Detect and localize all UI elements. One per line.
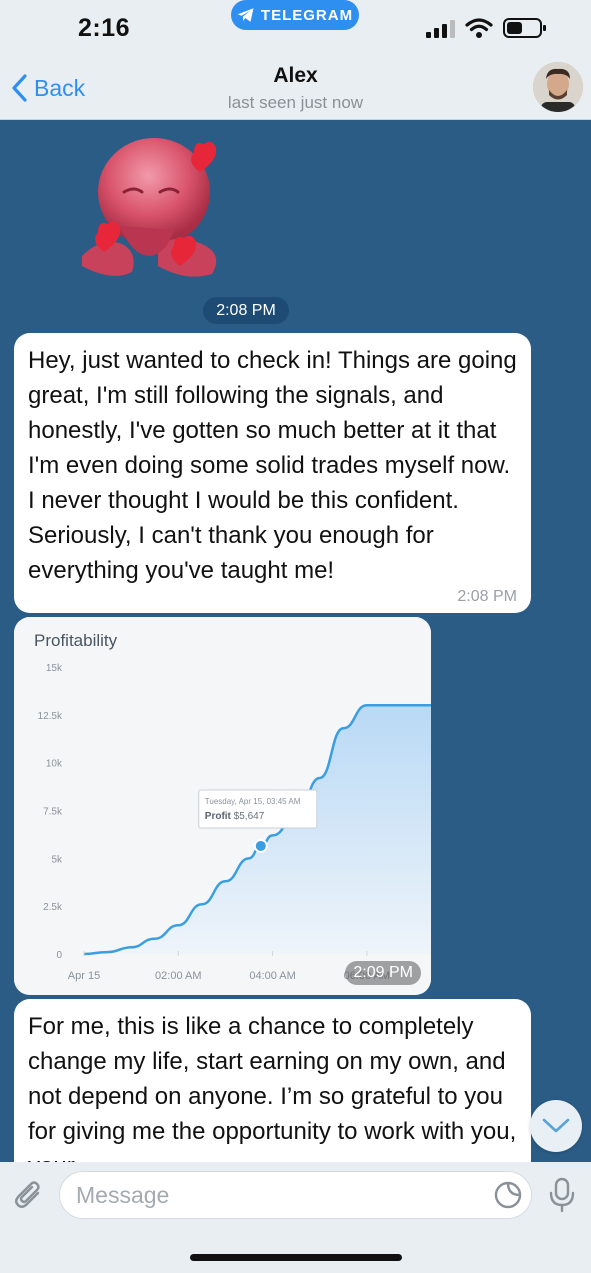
x-tick-label: 02:00 AM	[155, 970, 201, 982]
message-time: 2:08 PM	[457, 588, 517, 605]
image-message-time: 2:09 PM	[345, 961, 421, 985]
y-tick-label: 10k	[46, 759, 63, 770]
avatar[interactable]	[533, 62, 583, 112]
y-tick-label: 0	[56, 950, 62, 961]
message-text: Hey, just wanted to check in! Things are…	[28, 347, 517, 584]
date-pill: 2:08 PM	[203, 297, 289, 324]
status-time: 2:16	[78, 14, 131, 42]
status-bar: 2:16 TELEGRAM	[0, 0, 591, 56]
paperclip-icon[interactable]	[12, 1178, 46, 1212]
sticker-icon[interactable]	[493, 1180, 523, 1210]
telegram-pill-label: TELEGRAM	[260, 6, 354, 24]
y-tick-label: 15k	[46, 663, 63, 674]
wifi-icon	[465, 18, 493, 38]
y-tick-label: 12.5k	[38, 711, 63, 722]
message-text: For me, this is like a chance to complet…	[28, 1013, 517, 1162]
telegram-icon	[237, 8, 254, 22]
y-tick-label: 7.5k	[43, 807, 63, 818]
scroll-down-button[interactable]	[530, 1100, 582, 1152]
input-bar	[0, 1162, 591, 1273]
contact-status: last seen just now	[227, 93, 364, 112]
chart-svg: Profitability 0 2.5k 5k 7.5k 10k 12.5k 15k Apr 1…	[14, 617, 431, 995]
x-tick-label: 04:00 AM	[249, 970, 295, 982]
tooltip-point	[253, 838, 268, 853]
profitability-chart: Profitability 0 2.5k 5k 7.5k 10k 12.5k 15k Apr 1…	[14, 617, 431, 995]
x-tick-label: Apr 15	[68, 970, 100, 982]
avatar-image	[533, 62, 583, 112]
chat-header: Back Alex last seen just now	[0, 56, 591, 120]
message-input[interactable]	[59, 1171, 532, 1219]
battery-icon	[503, 18, 546, 38]
y-tick-label: 2.5k	[43, 902, 63, 913]
home-indicator	[190, 1254, 402, 1261]
chart-title: Profitability	[34, 631, 118, 650]
tooltip-date: Tuesday, Apr 15, 03:45 AM	[205, 797, 301, 806]
microphone-icon[interactable]	[548, 1177, 576, 1213]
image-message[interactable]: Profitability 0 2.5k 5k 7.5k 10k 12.5k 15k Apr 1…	[14, 617, 431, 995]
chat-area[interactable]: 2:08 PM Hey, just wanted to check in! Th…	[0, 120, 591, 1162]
tooltip-value: Profit $5,647	[205, 811, 265, 822]
contact-name[interactable]: Alex	[0, 64, 591, 88]
signal-icon	[426, 20, 455, 38]
chevron-down-icon	[542, 1118, 570, 1133]
telegram-pill[interactable]: TELEGRAM	[231, 0, 359, 30]
y-tick-label: 5k	[51, 854, 63, 865]
octopus-hearts-sticker[interactable]	[62, 126, 242, 286]
message-bubble[interactable]: Hey, just wanted to check in! Things are…	[14, 333, 531, 613]
tooltip-box	[198, 789, 318, 829]
message-bubble[interactable]: For me, this is like a chance to complet…	[14, 999, 531, 1162]
